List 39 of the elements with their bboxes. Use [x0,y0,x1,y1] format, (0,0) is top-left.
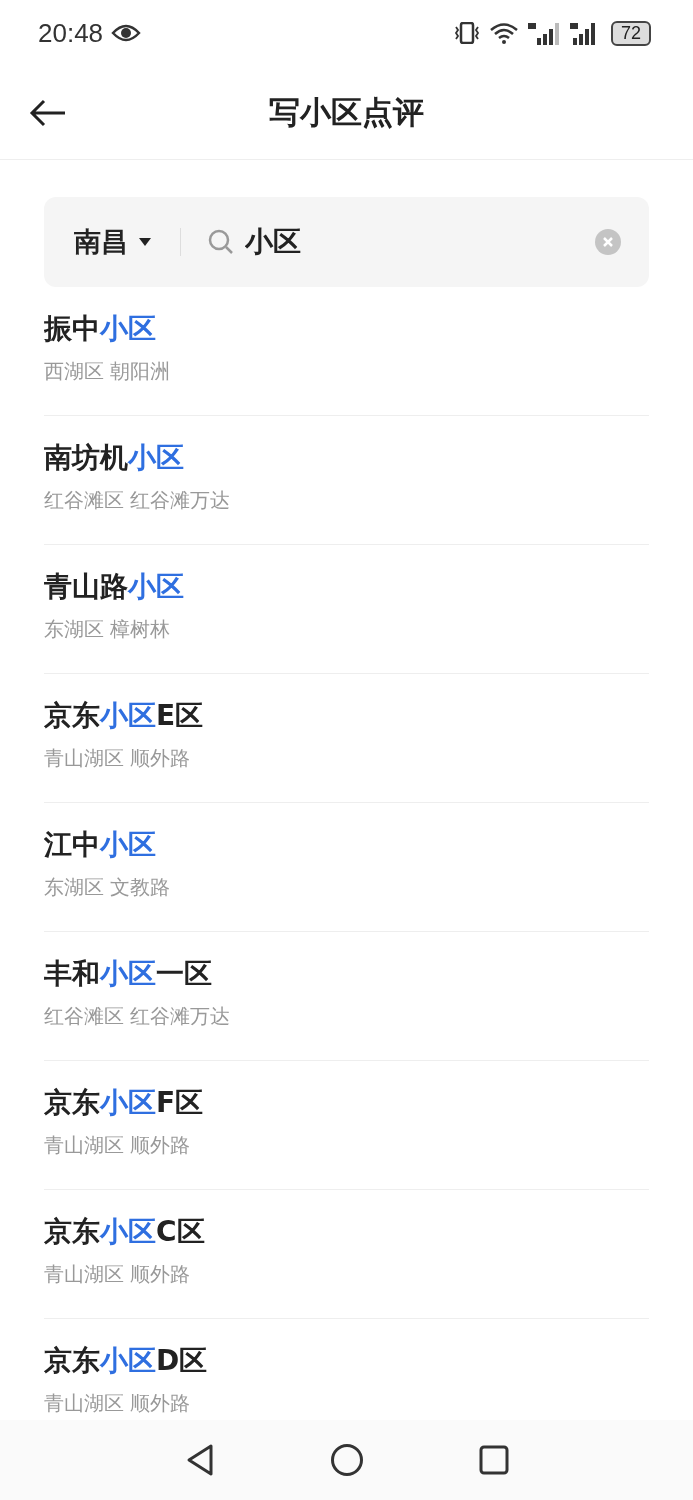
city-selector[interactable]: 南昌 [74,224,152,260]
signal-icon [526,21,561,45]
community-name: 江中小区 [44,827,157,863]
result-item[interactable]: 振中小区 西湖区 朝阳洲 [44,287,649,416]
vibrate-icon [452,22,481,44]
community-name: 京东小区F区 [44,1085,205,1121]
result-item[interactable]: 丰和小区一区 红谷滩区 红谷滩万达 [44,932,649,1061]
community-name: 京东小区C区 [44,1214,206,1250]
page-title: 写小区点评 [269,92,424,132]
search-field[interactable]: 小区 [245,225,595,259]
result-item[interactable]: 京东小区F区 青山湖区 顺外路 [44,1061,649,1190]
community-location: 青山湖区 顺外路 [44,1261,192,1288]
result-item[interactable]: 江中小区 东湖区 文教路 [44,803,649,932]
result-item[interactable]: 京东小区E区 青山湖区 顺外路 [44,674,649,803]
result-item[interactable]: 南坊机小区 红谷滩区 红谷滩万达 [44,416,649,545]
recents-icon[interactable] [478,1445,509,1475]
community-location: 红谷滩区 红谷滩万达 [44,487,232,514]
community-name: 京东小区D区 [44,1343,209,1379]
community-location: 东湖区 樟树林 [44,616,172,643]
result-item[interactable]: 青山路小区 东湖区 樟树林 [44,545,649,674]
home-icon[interactable] [329,1443,364,1477]
community-name: 丰和小区一区 [44,956,213,992]
status-time: 20:48 [38,17,104,49]
community-name: 振中小区 [44,311,157,347]
battery-indicator: 72 [610,20,651,46]
caret-icon [138,237,152,247]
community-location: 青山湖区 顺外路 [44,745,192,772]
wifi-icon [488,22,519,44]
community-location: 青山湖区 顺外路 [44,1132,192,1159]
search-icon [207,228,235,256]
result-item[interactable]: 京东小区C区 青山湖区 顺外路 [44,1190,649,1319]
community-location: 青山湖区 顺外路 [44,1390,192,1417]
community-location: 红谷滩区 红谷滩万达 [44,1003,232,1030]
community-name: 京东小区E区 [44,698,205,734]
community-name: 青山路小区 [44,569,185,605]
community-name: 南坊机小区 [44,440,185,476]
community-location: 西湖区 朝阳洲 [44,358,172,385]
community-location: 东湖区 文教路 [44,874,172,901]
eye-icon [111,23,142,43]
